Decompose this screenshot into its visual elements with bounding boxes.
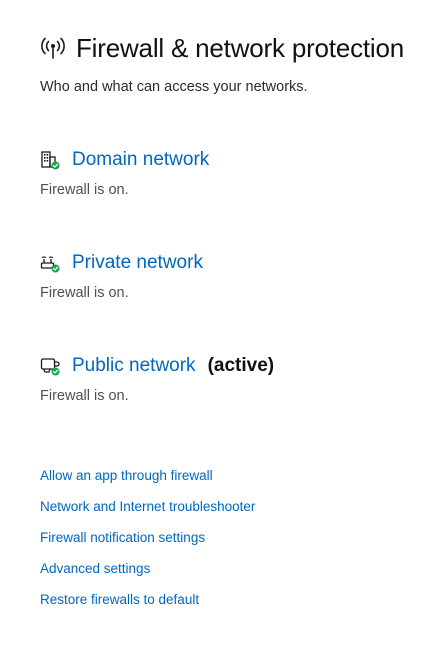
public-network-icon	[40, 356, 60, 376]
page-subtitle: Who and what can access your networks.	[40, 79, 308, 95]
domain-network-section: Domain network Firewall is on.	[40, 147, 440, 198]
public-network-link[interactable]: Public network	[72, 355, 196, 377]
allow-app-link[interactable]: Allow an app through firewall	[40, 467, 255, 498]
public-network-status: Firewall is on.	[40, 388, 129, 404]
page-header: Firewall & network protection	[40, 30, 444, 66]
private-network-status: Firewall is on.	[40, 285, 129, 301]
private-network-link[interactable]: Private network	[72, 252, 203, 274]
advanced-settings-link[interactable]: Advanced settings	[40, 560, 255, 591]
public-network-section: Public network (active) Firewall is on.	[40, 353, 440, 404]
troubleshooter-link[interactable]: Network and Internet troubleshooter	[40, 498, 255, 529]
domain-building-icon	[40, 150, 60, 170]
active-badge: (active)	[207, 355, 275, 376]
domain-network-link[interactable]: Domain network	[72, 149, 209, 171]
page-title: Firewall & network protection	[76, 32, 404, 63]
notification-settings-link[interactable]: Firewall notification settings	[40, 529, 255, 560]
private-network-section: Private network Firewall is on.	[40, 250, 440, 301]
restore-defaults-link[interactable]: Restore firewalls to default	[40, 591, 255, 622]
private-network-icon	[40, 253, 60, 273]
broadcast-antenna-icon	[40, 35, 66, 61]
domain-network-status: Firewall is on.	[40, 182, 129, 198]
related-links: Allow an app through firewall Network an…	[40, 467, 255, 622]
